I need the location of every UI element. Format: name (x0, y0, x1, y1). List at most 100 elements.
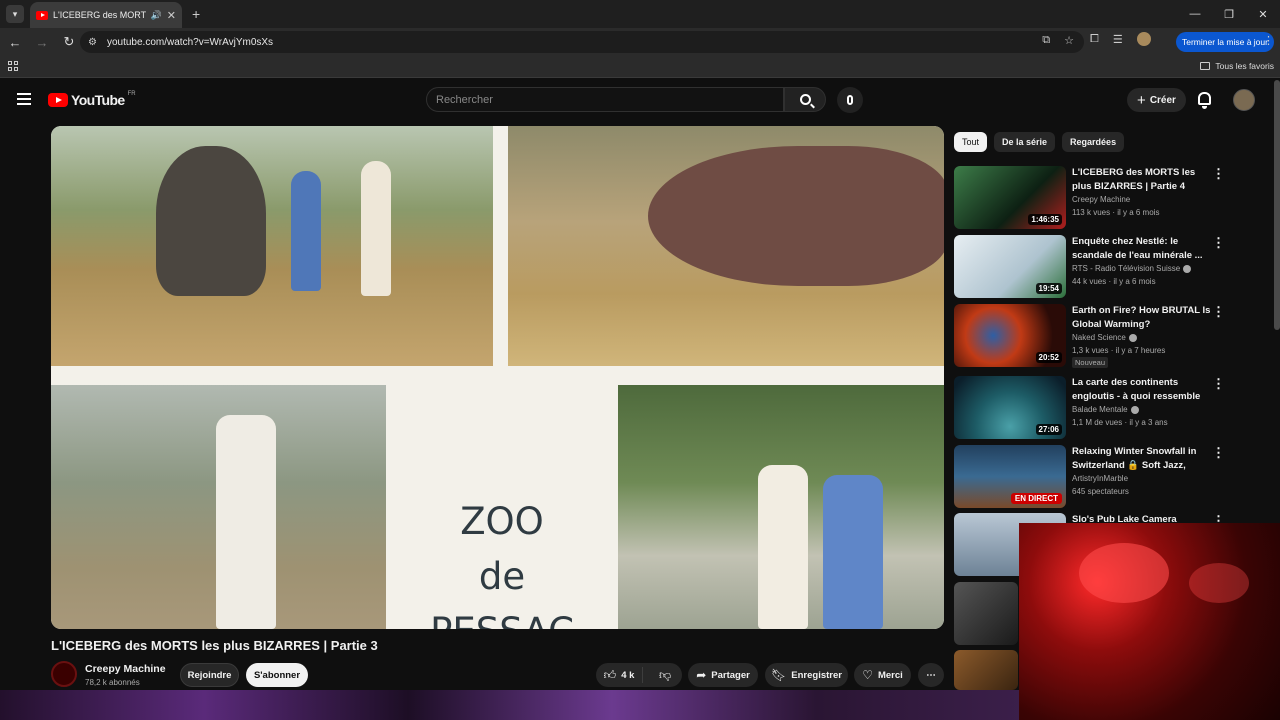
browser-toolbar: ← → ↻ ⚙ youtube.com/watch?v=WrAvjYm0sXs … (0, 28, 1280, 56)
video-thumbnail[interactable]: 20:52 (954, 304, 1066, 367)
new-tab-button[interactable]: + (192, 6, 200, 22)
chip-all[interactable]: Tout (954, 132, 988, 152)
close-tab-icon[interactable]: ✕ (167, 9, 176, 22)
more-options-icon[interactable]: ⋮ (1212, 235, 1225, 251)
recommendation-item[interactable]: 1:46:35 L'ICEBERG des MORTS les plus BIZ… (954, 166, 1274, 232)
more-options-icon[interactable]: ⋮ (1212, 445, 1225, 461)
recommendation-title[interactable]: Earth on Fire? How BRUTAL Is Global Warm… (1072, 304, 1212, 331)
hippo-shape (648, 146, 944, 286)
save-label: Enregistrer (791, 669, 842, 681)
speaker-icon[interactable]: 🔊 (151, 10, 162, 21)
dislike-button[interactable]: 👎︎ (648, 668, 682, 683)
recommendation-item[interactable]: 20:52 Earth on Fire? How BRUTAL Is Globa… (954, 304, 1274, 370)
back-button[interactable]: ← (3, 35, 27, 50)
subscriber-count: 78,2 k abonnés (85, 678, 140, 687)
close-window-button[interactable]: ✕ (1246, 0, 1280, 28)
video-thumbnail[interactable]: EN DIRECT (954, 445, 1066, 508)
apps-grid-icon[interactable] (8, 61, 18, 71)
recommendation-item[interactable]: 27:06 La carte des continents engloutis … (954, 376, 1274, 442)
caption-line-3: PESSAC (386, 604, 618, 629)
youtube-logo[interactable]: YouTube FR (48, 91, 136, 108)
user-avatar[interactable] (1233, 89, 1255, 111)
verified-badge-icon (1130, 405, 1139, 414)
video-thumbnail[interactable]: 27:06 (954, 376, 1066, 439)
chip-series[interactable]: De la série (994, 132, 1056, 152)
voice-search-button[interactable] (837, 87, 863, 113)
channel-avatar[interactable] (51, 661, 77, 687)
recommendation-meta: 1,1 M de vues · il y a 3 ans (1072, 418, 1168, 427)
maximize-button[interactable]: ❐ (1212, 0, 1246, 28)
search-placeholder: Rechercher (436, 93, 493, 106)
subscribe-button[interactable]: S'abonner (246, 663, 308, 687)
all-bookmarks[interactable]: Tous les favoris (1200, 61, 1274, 71)
new-badge: Nouveau (1072, 357, 1109, 368)
chip-watched[interactable]: Regardées (1062, 132, 1125, 152)
recommendation-title[interactable]: Enquête chez Nestlé: le scandale de l'ea… (1072, 235, 1212, 262)
like-button[interactable]: 👍︎ 4 k (596, 667, 644, 683)
minimize-button[interactable]: — (1178, 0, 1212, 28)
more-actions-button[interactable]: ⋯ (918, 663, 944, 687)
join-button[interactable]: Rejoindre (180, 663, 239, 687)
search-button[interactable] (784, 87, 826, 112)
youtube-header: YouTube FR Rechercher + Créer (0, 80, 1280, 120)
folder-icon (1200, 62, 1211, 70)
search-input[interactable]: Rechercher (426, 87, 784, 112)
recommendation-channel[interactable]: Naked Science (1072, 333, 1137, 342)
video-frame-photo-keeper (51, 385, 386, 629)
video-thumbnail[interactable]: 19:54 (954, 235, 1066, 298)
bookmarks-bar: Tous les favoris (0, 56, 1280, 78)
verified-badge-icon (1183, 264, 1192, 273)
video-thumbnail[interactable] (954, 650, 1018, 690)
share-arrow-icon: ➦ (696, 668, 707, 682)
person-shape (361, 161, 391, 296)
install-app-icon[interactable]: ⧉ (1042, 34, 1050, 47)
recommendation-title[interactable]: L'ICEBERG des MORTS les plus BIZARRES | … (1072, 166, 1212, 193)
notifications-bell-icon[interactable] (1198, 92, 1211, 109)
channel-name[interactable]: Creepy Machine (85, 663, 166, 675)
recommendation-channel[interactable]: Creepy Machine (1072, 195, 1130, 204)
address-bar[interactable]: ⚙ youtube.com/watch?v=WrAvjYm0sXs ⧉ ☆ (80, 31, 1084, 53)
recommendation-meta: 44 k vues · il y a 6 mois (1072, 277, 1156, 286)
microphone-icon (847, 95, 853, 105)
bookmark-star-icon[interactable]: ☆ (1064, 34, 1074, 47)
thumbs-down-icon: 👎︎ (658, 667, 672, 682)
reload-button[interactable]: ↻ (57, 34, 81, 50)
recommendation-item[interactable]: EN DIRECT Relaxing Winter Snowfall in Sw… (954, 445, 1274, 511)
channel-label: RTS - Radio Télévision Suisse (1072, 264, 1181, 273)
recommendation-meta: 113 k vues · il y a 6 mois (1072, 208, 1160, 217)
red-light-glow (1189, 563, 1249, 603)
video-thumbnail[interactable] (954, 582, 1018, 645)
page-scrollbar[interactable] (1274, 80, 1280, 330)
video-player[interactable]: ZOO de PESSAC (51, 126, 944, 629)
update-button[interactable]: Terminer la mise à jour (1176, 32, 1274, 52)
person-shape (291, 171, 321, 291)
video-thumbnail[interactable]: 1:46:35 (954, 166, 1066, 229)
more-options-icon[interactable]: ⋮ (1212, 166, 1225, 182)
forward-button[interactable]: → (30, 35, 54, 50)
hamburger-menu-icon[interactable] (17, 93, 31, 105)
reading-list-icon[interactable]: ☰ (1113, 33, 1123, 46)
browser-menu-icon[interactable]: ⋮ (1263, 34, 1274, 47)
recommendation-title[interactable]: La carte des continents engloutis - à qu… (1072, 376, 1212, 403)
more-options-icon[interactable]: ⋮ (1212, 376, 1225, 392)
create-button[interactable]: + Créer (1127, 88, 1186, 112)
recommendation-channel[interactable]: Balade Mentale (1072, 405, 1139, 414)
recommendation-channel[interactable]: RTS - Radio Télévision Suisse (1072, 264, 1192, 273)
tab-search-button[interactable]: ▾ (6, 5, 24, 23)
recommendation-title[interactable]: Relaxing Winter Snowfall in Switzerland … (1072, 445, 1212, 472)
share-button[interactable]: ➦ Partager (688, 663, 758, 687)
thanks-button[interactable]: ♡ Merci (854, 663, 911, 687)
profile-avatar[interactable] (1136, 32, 1151, 46)
extensions-icon[interactable]: ⧠ (1090, 33, 1099, 46)
recommendation-item[interactable]: 19:54 Enquête chez Nestlé: le scandale d… (954, 235, 1274, 301)
recommendation-channel[interactable]: ArtistryInMarble (1072, 474, 1128, 483)
elephant-shape (156, 146, 266, 296)
more-horizontal-icon: ⋯ (926, 669, 936, 681)
video-frame-caption: ZOO de PESSAC (386, 494, 618, 629)
save-button[interactable]: 🔖︎ Enregistrer (765, 663, 848, 687)
search-icon (799, 94, 811, 105)
plus-icon: + (1137, 91, 1146, 109)
site-info-icon[interactable]: ⚙ (88, 37, 97, 48)
more-options-icon[interactable]: ⋮ (1212, 304, 1225, 320)
browser-tab-active[interactable]: L'ICEBERG des MORTS les p 🔊 ✕ (30, 2, 182, 28)
